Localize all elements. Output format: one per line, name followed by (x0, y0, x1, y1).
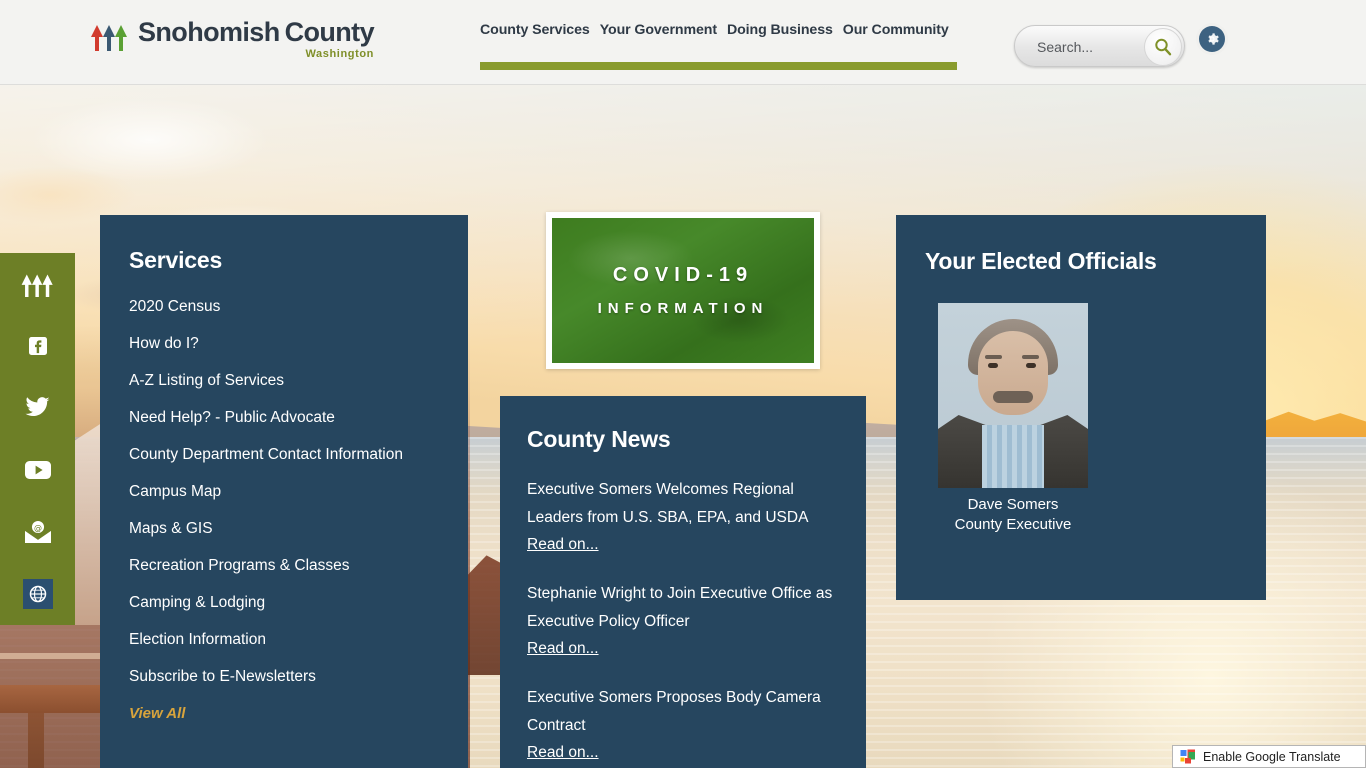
portrait-brow-left (985, 355, 1002, 359)
google-translate-label: Enable Google Translate (1203, 749, 1341, 764)
covid-19-information-banner[interactable]: COVID-19 INFORMATION (546, 212, 820, 369)
search-icon (1155, 38, 1172, 56)
services-link-subscribe-newsletters[interactable]: Subscribe to E-Newsletters (129, 667, 444, 687)
services-link-election-information[interactable]: Election Information (129, 630, 444, 650)
envelope-at-icon: @ (24, 519, 51, 543)
globe-icon-backdrop (22, 579, 53, 609)
page-root: Snohomish County Washington County Servic… (0, 0, 1366, 768)
news-headline[interactable]: Executive Somers Welcomes Regional Leade… (527, 476, 842, 532)
social-rail-item-county-logo[interactable] (0, 253, 75, 315)
services-link-list: 2020 Census How do I? A-Z Listing of Ser… (129, 297, 444, 741)
pier-piling (28, 711, 44, 768)
official-role: County Executive (954, 516, 1072, 533)
news-item: Executive Somers Proposes Body Camera Co… (527, 684, 842, 766)
nav-item-your-government[interactable]: Your Government (600, 22, 717, 38)
official-portrait-photo (938, 303, 1088, 488)
covid-banner-inner: COVID-19 INFORMATION (552, 218, 814, 363)
social-rail-item-email-subscribe[interactable]: @ (0, 501, 75, 563)
social-rail-item-twitter[interactable] (0, 377, 75, 439)
social-rail-item-youtube[interactable] (0, 439, 75, 501)
social-rail-item-globe[interactable] (0, 563, 75, 625)
news-item: Executive Somers Welcomes Regional Leade… (527, 476, 842, 558)
news-item: Stephanie Wright to Join Executive Offic… (527, 580, 842, 662)
news-headline[interactable]: Executive Somers Proposes Body Camera Co… (527, 684, 842, 740)
google-translate-icon (1180, 749, 1195, 763)
site-header: Snohomish County Washington County Servic… (0, 0, 1366, 85)
services-link-camping-lodging[interactable]: Camping & Lodging (129, 593, 444, 613)
search-input[interactable] (1037, 36, 1145, 58)
portrait-brow-right (1022, 355, 1039, 359)
logo-title: Snohomish County (138, 17, 375, 47)
logo-subtitle: Washington (305, 48, 374, 60)
official-name: Dave Somers (967, 496, 1059, 513)
elected-officials-panel-title: Your Elected Officials (925, 248, 1157, 274)
main-navigation: County Services Your Government Doing Bu… (480, 22, 949, 38)
globe-icon (29, 585, 46, 603)
google-translate-bar[interactable]: Enable Google Translate (1172, 745, 1366, 768)
settings-button[interactable] (1199, 26, 1225, 52)
news-read-on-link[interactable]: Read on... (527, 740, 599, 766)
services-link-public-advocate[interactable]: Need Help? - Public Advocate (129, 408, 444, 428)
services-view-all-link[interactable]: View All (129, 704, 444, 724)
twitter-icon (25, 397, 50, 417)
mountains-logo-icon (91, 25, 127, 51)
youtube-icon (24, 461, 51, 479)
elected-officials-panel: Your Elected Officials Dave Somers Count… (896, 215, 1266, 600)
mountains-icon (21, 274, 53, 297)
svg-text:@: @ (34, 523, 42, 532)
services-link-maps-gis[interactable]: Maps & GIS (129, 519, 444, 539)
services-link-department-contact[interactable]: County Department Contact Information (129, 445, 444, 465)
social-rail: @ (0, 253, 75, 625)
county-news-panel-title: County News (527, 426, 671, 452)
search-box (1014, 25, 1185, 67)
official-card[interactable]: Dave Somers County Executive (938, 303, 1088, 535)
search-button[interactable] (1144, 28, 1182, 66)
services-link-2020-census[interactable]: 2020 Census (129, 297, 444, 317)
portrait-shirt (982, 425, 1044, 488)
services-link-recreation-programs[interactable]: Recreation Programs & Classes (129, 556, 444, 576)
facebook-icon (28, 337, 47, 355)
nav-item-doing-business[interactable]: Doing Business (727, 22, 833, 38)
portrait-moustache (993, 391, 1033, 403)
portrait-eye-left (988, 363, 998, 368)
logo-title-part2: County (284, 17, 375, 47)
covid-banner-line2: INFORMATION (597, 300, 769, 317)
services-panel-title: Services (129, 247, 223, 273)
covid-banner-line1: COVID-19 (612, 264, 754, 286)
county-news-panel: County News Executive Somers Welcomes Re… (500, 396, 866, 768)
news-read-on-link[interactable]: Read on... (527, 636, 599, 662)
portrait-eye-right (1026, 363, 1036, 368)
news-read-on-link[interactable]: Read on... (527, 532, 599, 558)
services-link-campus-map[interactable]: Campus Map (129, 482, 444, 502)
county-news-list: Executive Somers Welcomes Regional Leade… (527, 476, 842, 768)
logo-title-part1: Snohomish (138, 17, 280, 47)
gear-icon (1208, 33, 1219, 45)
nav-accent-bar (480, 62, 957, 70)
services-link-a-z-listing[interactable]: A-Z Listing of Services (129, 371, 444, 391)
site-logo[interactable]: Snohomish County Washington (88, 17, 375, 60)
social-rail-item-facebook[interactable] (0, 315, 75, 377)
services-panel: Services 2020 Census How do I? A-Z Listi… (100, 215, 468, 768)
nav-item-county-services[interactable]: County Services (480, 22, 590, 38)
nav-item-our-community[interactable]: Our Community (843, 22, 949, 38)
news-headline[interactable]: Stephanie Wright to Join Executive Offic… (527, 580, 842, 636)
services-link-how-do-i[interactable]: How do I? (129, 334, 444, 354)
